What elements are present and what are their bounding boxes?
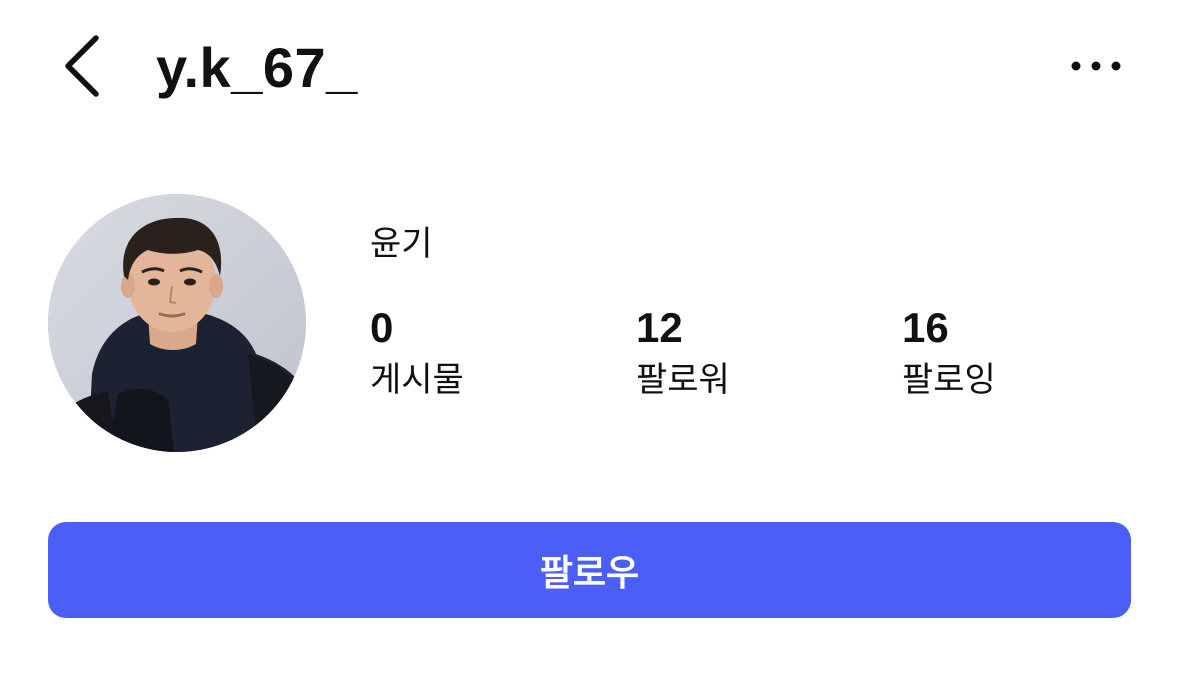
follow-button-label: 팔로우 xyxy=(539,553,640,594)
stat-followers[interactable]: 12 팔로워 xyxy=(636,304,856,402)
following-count: 16 xyxy=(902,304,949,351)
avatar[interactable] xyxy=(48,194,306,452)
stat-posts[interactable]: 0 게시물 xyxy=(370,304,590,402)
more-horizontal-icon xyxy=(1071,61,1121,71)
chevron-left-icon xyxy=(65,35,99,97)
profile-photo xyxy=(48,194,306,452)
follow-button[interactable]: 팔로우 xyxy=(48,522,1131,618)
more-options-button[interactable] xyxy=(1062,44,1130,88)
followers-label: 팔로워 xyxy=(636,360,730,400)
posts-count: 0 xyxy=(370,304,394,351)
posts-label: 게시물 xyxy=(370,360,464,400)
page-title: y.k_67_ xyxy=(156,36,358,99)
back-button[interactable] xyxy=(52,30,116,102)
profile-header: y.k_67_ xyxy=(0,0,1179,140)
following-label: 팔로잉 xyxy=(902,360,996,400)
stat-following[interactable]: 16 팔로잉 xyxy=(902,304,1122,402)
followers-count: 12 xyxy=(636,304,683,351)
display-name: 윤기 xyxy=(370,224,433,264)
